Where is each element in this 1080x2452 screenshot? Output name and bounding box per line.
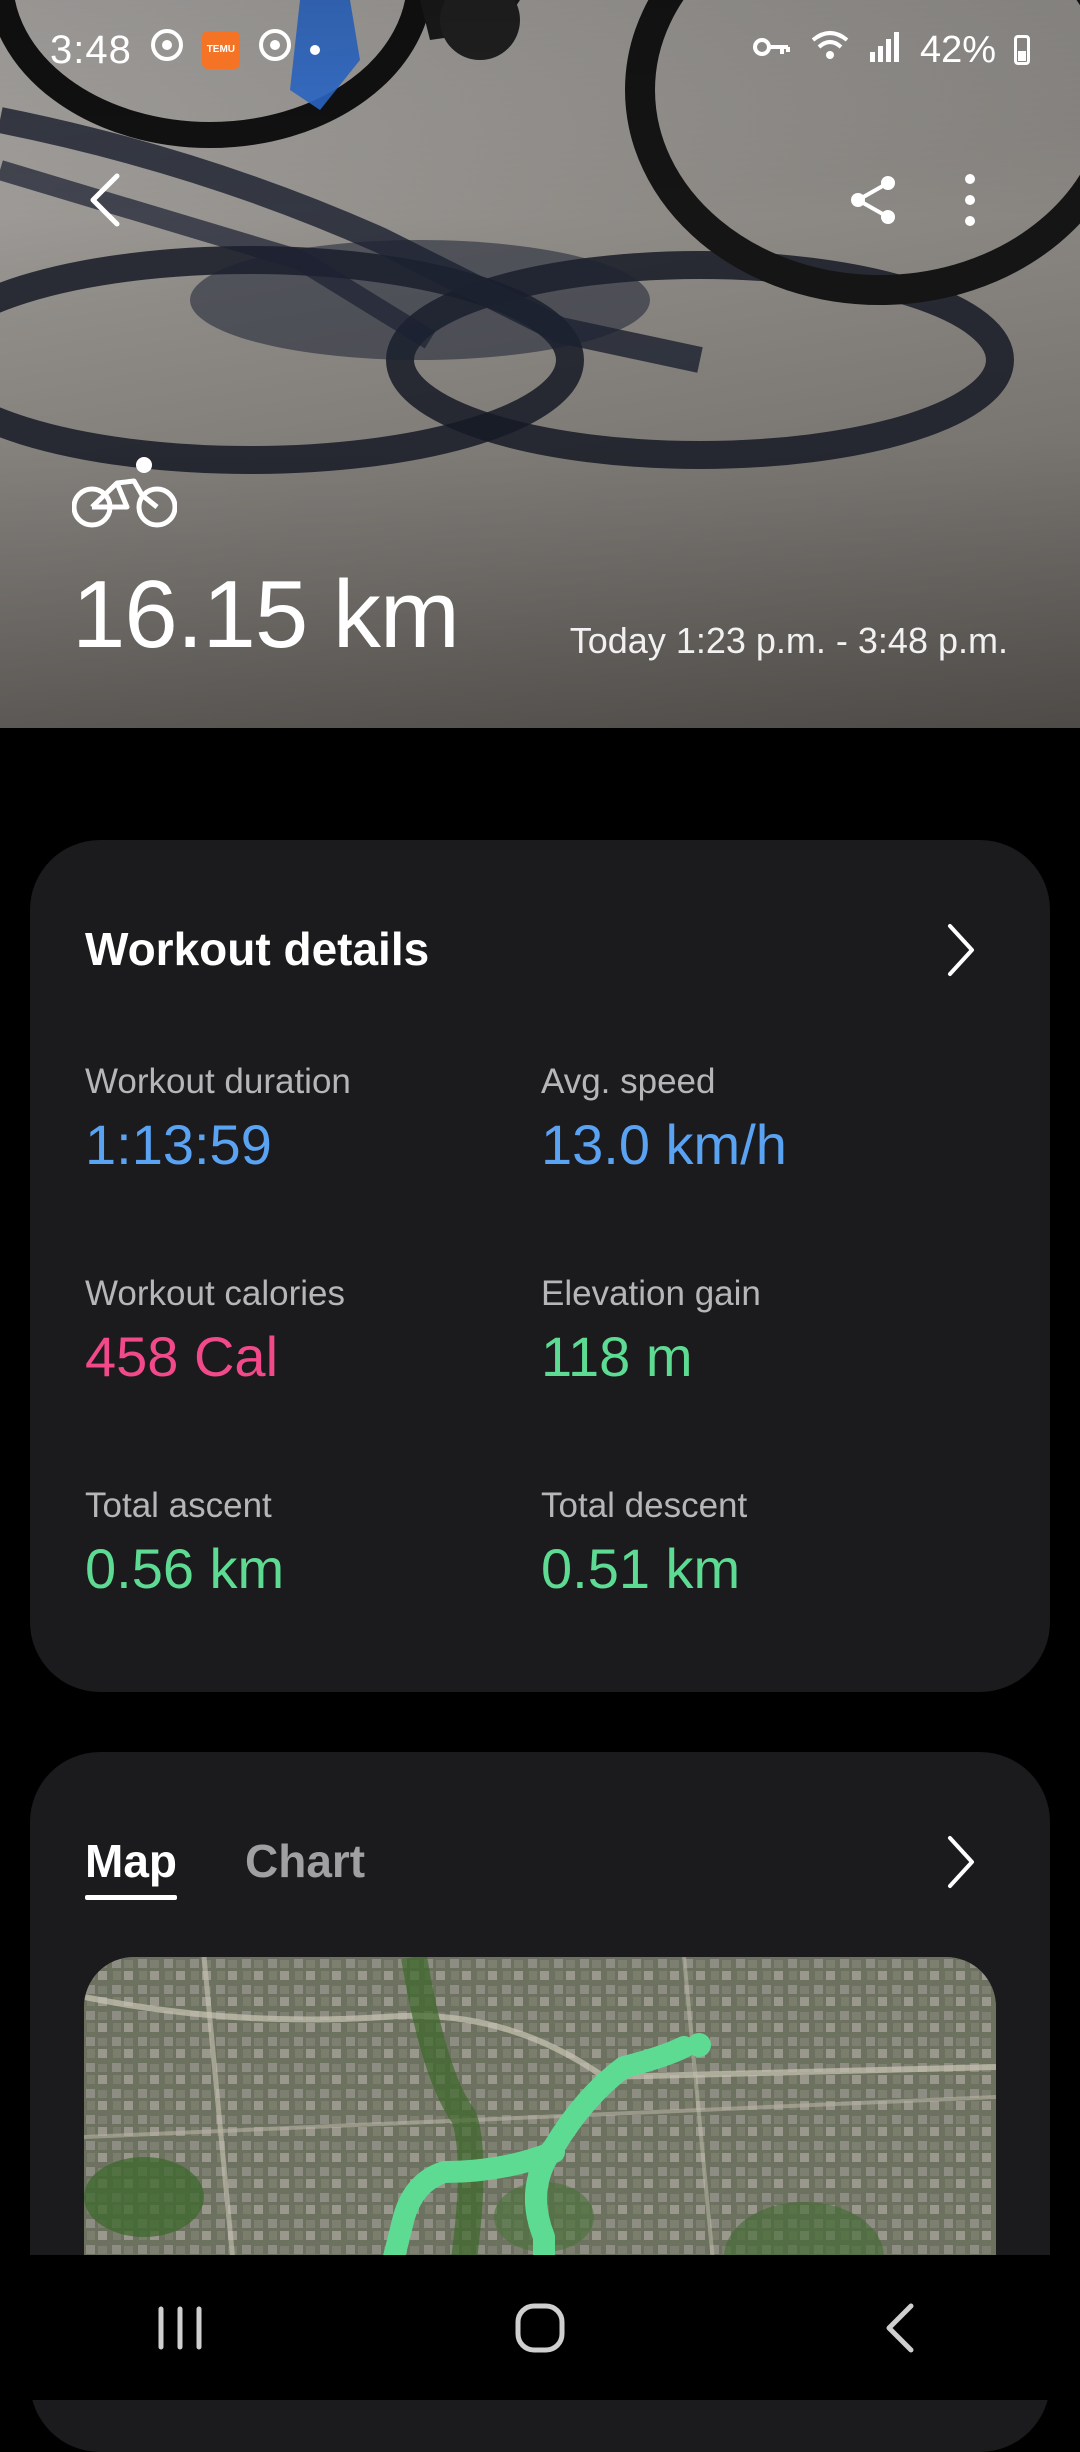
stat-workout-calories: Workout calories 458 Cal — [85, 1274, 345, 1389]
chrome-icon — [150, 28, 184, 72]
stat-label: Elevation gain — [541, 1274, 761, 1313]
stat-label: Total ascent — [85, 1486, 272, 1525]
workout-details-card[interactable]: Workout details Workout duration 1:13:59… — [30, 840, 1050, 1692]
battery-percent: 42% — [919, 28, 996, 71]
cycling-icon — [71, 455, 178, 535]
stat-value: 13.0 km/h — [541, 1113, 787, 1176]
stat-elevation-gain: Elevation gain 118 m — [541, 1274, 761, 1389]
tab-chart[interactable]: Chart — [245, 1834, 365, 1888]
stat-value: 0.51 km — [541, 1537, 741, 1600]
workout-distance: 16.15 km — [72, 561, 460, 668]
signal-icon — [868, 29, 902, 72]
stat-value: 0.56 km — [85, 1537, 285, 1600]
stat-workout-duration: Workout duration 1:13:59 — [85, 1062, 351, 1177]
workout-details-title: Workout details — [85, 923, 430, 975]
status-time: 3:48 — [50, 27, 132, 72]
chevron-right-icon[interactable] — [940, 1832, 990, 1892]
stat-value: 1:13:59 — [85, 1113, 272, 1176]
dot-icon — [309, 45, 320, 55]
stat-total-ascent: Total ascent 0.56 km — [85, 1486, 284, 1601]
hero-image: 3:48 TEMU 42% 16.15 km Today 1:23 p.m. -… — [0, 0, 1080, 728]
stat-value: 458 Cal — [85, 1325, 279, 1388]
temu-icon: TEMU — [201, 31, 240, 69]
stat-label: Avg. speed — [541, 1062, 716, 1101]
vpn-key-icon — [752, 29, 792, 72]
chevron-right-icon[interactable] — [940, 920, 990, 980]
stat-value: 118 m — [541, 1325, 693, 1388]
system-nav-bar — [0, 2255, 1080, 2400]
share-icon[interactable] — [838, 165, 908, 235]
back-icon[interactable] — [840, 2278, 960, 2378]
back-arrow-icon[interactable] — [70, 165, 140, 235]
recent-apps-icon[interactable] — [120, 2278, 240, 2378]
stat-label: Workout calories — [85, 1274, 346, 1313]
battery-icon — [1014, 35, 1030, 65]
stat-label: Total descent — [541, 1486, 748, 1525]
stat-label: Workout duration — [85, 1062, 351, 1101]
wifi-icon — [810, 28, 850, 72]
more-vertical-icon[interactable] — [935, 165, 1005, 235]
status-bar: 3:48 TEMU 42% — [0, 0, 1080, 100]
workout-time-range: Today 1:23 p.m. - 3:48 p.m. — [569, 620, 1008, 661]
stat-avg-speed: Avg. speed 13.0 km/h — [541, 1062, 787, 1177]
home-icon[interactable] — [480, 2278, 600, 2378]
tab-map[interactable]: Map — [85, 1834, 177, 1900]
chrome-icon — [258, 28, 292, 72]
stat-total-descent: Total descent 0.51 km — [541, 1486, 747, 1601]
